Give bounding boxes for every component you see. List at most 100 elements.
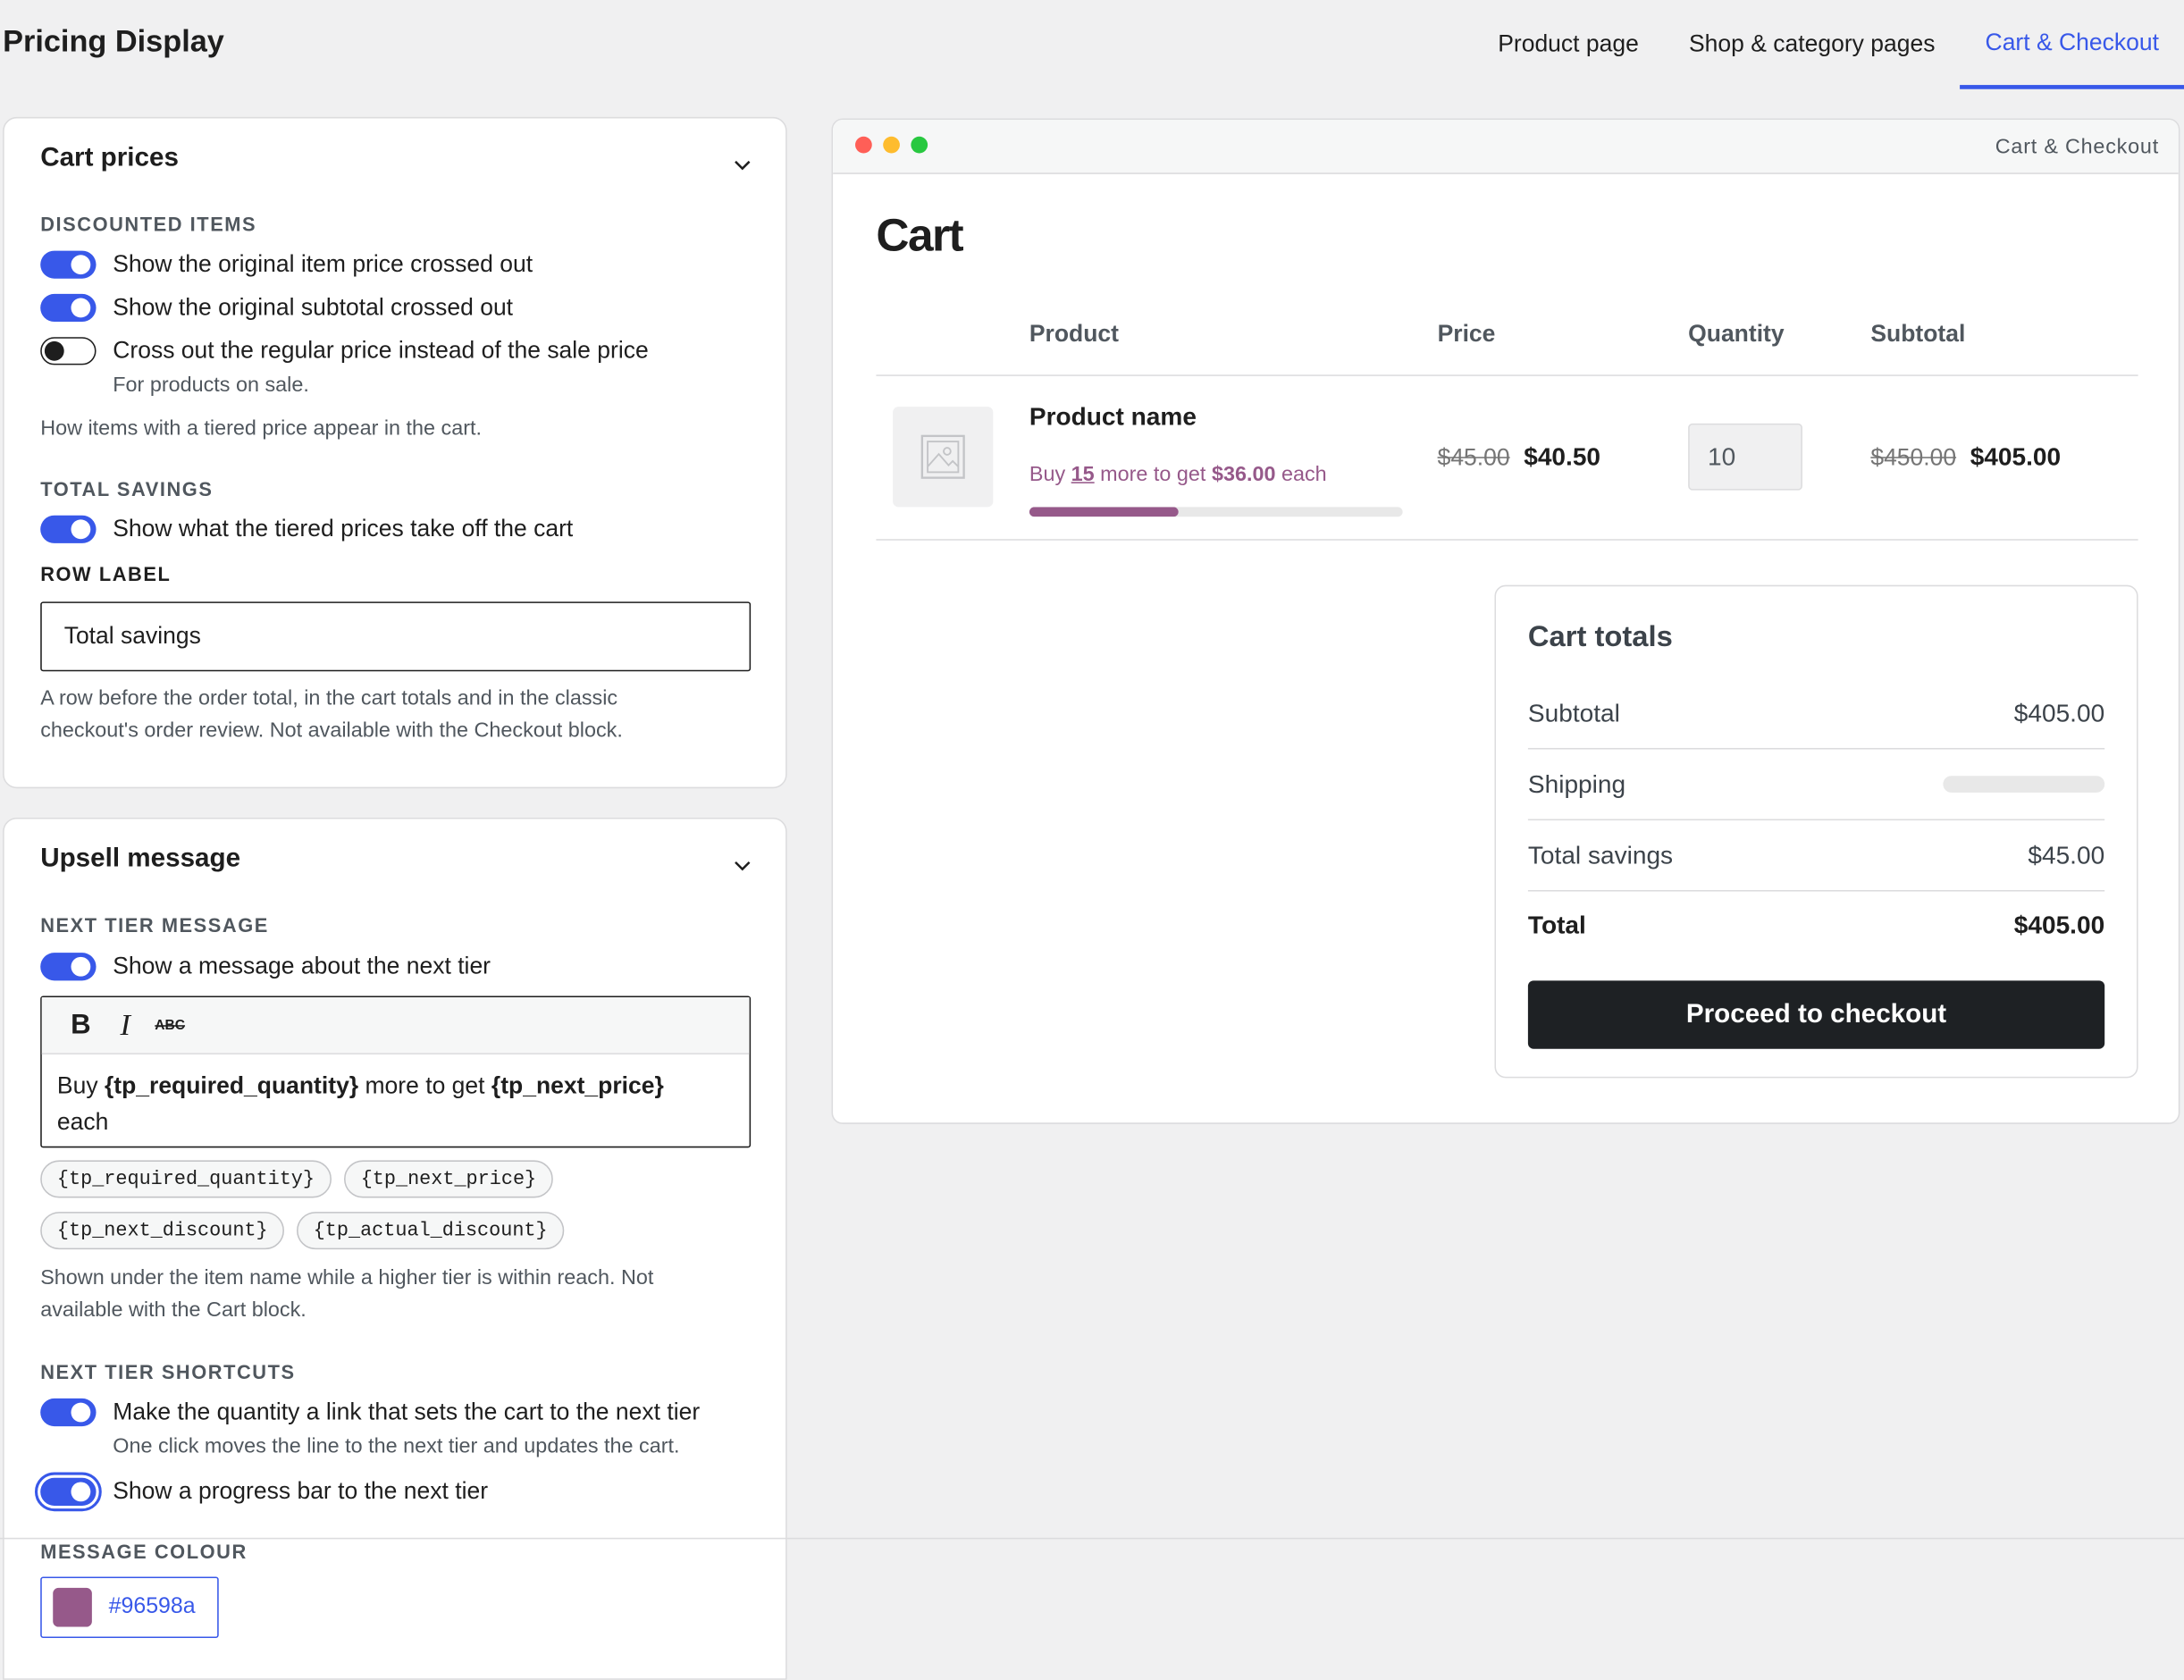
toggle-row-total-savings: Show what the tiered prices take off the… [40,515,574,543]
cart-prices-title: Cart prices [40,143,179,173]
placeholder-chip[interactable]: {tp_next_price} [343,1160,553,1198]
editor-token: {tp_required_quantity} [104,1072,359,1099]
table-header-divider [876,374,2138,376]
chevron-down-icon[interactable] [733,855,752,875]
totals-value: $45.00 [2028,840,2105,869]
totals-value: $405.00 [2013,910,2105,938]
upsell-message-title: Upsell message [40,844,241,874]
message-editor: B I ABC Buy {tp_required_quantity} more … [40,995,752,1148]
totals-row-subtotal: Subtotal $405.00 [1527,678,2105,750]
column-header-price: Price [1437,320,1496,348]
editor-help-line-2: available with the Cart block. [40,1298,307,1323]
cross-out-regular-price-toggle[interactable] [40,337,97,365]
row-label-label: ROW LABEL [40,562,172,585]
toggle-label: Show the original subtotal crossed out [113,293,514,321]
total-savings-toggle[interactable] [40,515,97,543]
product-thumbnail [893,407,994,508]
tab-product-page[interactable]: Product page [1473,0,1664,89]
image-placeholder-icon [920,434,965,479]
discounted-subtotal: $405.00 [1970,442,2062,471]
placeholder-chip[interactable]: {tp_required_quantity} [40,1160,332,1198]
column-header-subtotal: Subtotal [1870,320,1966,348]
original-subtotal: $450.00 [1870,444,1957,471]
upsell-message: Buy 15 more to get $36.00 each [1029,462,1327,485]
close-dot-icon [855,136,872,154]
column-header-product: Product [1029,320,1120,348]
row-label-input[interactable] [40,601,752,672]
column-header-quantity: Quantity [1688,320,1785,348]
editor-text: Buy [56,1072,105,1099]
toggle-label: Make the quantity a link that sets the c… [113,1398,701,1425]
totals-row-total: Total $405.00 [1528,890,2104,960]
toggle-help: One click moves the line to the next tie… [113,1434,680,1458]
colour-swatch [53,1587,92,1627]
item-subtotal: $450.00 $405.00 [1870,443,2061,473]
upsell-message-panel: Upsell message NEXT TIER MESSAGE Show a … [3,817,787,1680]
totals-label: Shipping [1527,769,1626,798]
page-title: Pricing Display [3,23,224,59]
toggle-row-cross-out-regular: Cross out the regular price instead of t… [40,337,649,365]
minimize-dot-icon [883,136,900,154]
editor-content[interactable]: Buy {tp_required_quantity} more to get {… [42,1054,750,1155]
tab-cart-checkout[interactable]: Cart & Checkout [1960,0,2184,89]
next-tier-shortcuts-label: NEXT TIER SHORTCUTS [40,1360,296,1383]
upsell-text: Buy [1029,462,1071,486]
progress-bar-toggle[interactable] [34,1472,102,1512]
tab-bar: Product page Shop & category pages Cart … [1473,0,2184,89]
cart-preview-window: Cart & Checkout Cart Product Price Quant… [831,118,2180,1124]
quantity-input[interactable]: 10 [1688,423,1802,491]
editor-help-line-1: Shown under the item name while a higher… [40,1265,654,1290]
discounted-items-label: DISCOUNTED ITEMS [40,213,257,236]
row-label-help-line-2: checkout's order review. Not available w… [40,718,623,743]
upsell-text: more to get [1094,462,1212,486]
total-savings-label: TOTAL SAVINGS [40,477,214,500]
upsell-text: each [1275,462,1327,486]
toggle-label: Cross out the regular price instead of t… [113,337,649,364]
tab-shop-category-pages[interactable]: Shop & category pages [1664,0,1961,89]
totals-label: Total savings [1527,840,1674,869]
toggle-label: Show a message about the next tier [113,953,491,979]
strikethrough-button[interactable]: ABC [147,1004,192,1046]
totals-value: $405.00 [2013,698,2105,727]
bold-button[interactable]: B [58,1004,103,1046]
cart-prices-panel: Cart prices DISCOUNTED ITEMS Show the or… [3,116,787,789]
table-row-divider [876,539,2138,541]
editor-token: {tp_next_price} [491,1072,664,1099]
original-subtotal-toggle[interactable] [40,293,97,323]
cart-totals-title: Cart totals [1527,621,1673,654]
next-tier-quantity-link[interactable]: 15 [1071,462,1095,485]
totals-row-shipping: Shipping [1527,750,2105,821]
window-chrome: Cart & Checkout [833,120,2179,174]
footer-divider [0,1537,2184,1540]
item-price: $45.00 $40.50 [1438,443,1600,473]
maximize-dot-icon [911,136,928,154]
toggle-row-quantity-link: Make the quantity a link that sets the c… [40,1398,701,1427]
message-colour-picker[interactable]: #96598a [40,1576,219,1639]
editor-text: each [56,1108,109,1136]
cart-heading: Cart [876,208,963,261]
chevron-down-icon[interactable] [733,155,752,174]
row-label-help-line-1: A row before the order total, in the car… [40,686,618,710]
next-tier-message-label: NEXT TIER MESSAGE [40,913,269,937]
placeholder-chip[interactable]: {tp_actual_discount} [297,1212,565,1250]
shipping-placeholder [1943,776,2105,793]
toggle-row-next-tier-message: Show a message about the next tier [40,953,491,981]
quantity-link-toggle[interactable] [40,1398,97,1427]
next-tier-message-toggle[interactable] [40,953,97,981]
totals-row-savings: Total savings $45.00 [1527,820,2105,892]
proceed-to-checkout-button[interactable]: Proceed to checkout [1527,980,2105,1049]
editor-text: more to get [358,1072,491,1099]
placeholder-chip[interactable]: {tp_next_discount} [40,1212,285,1250]
section-help: How items with a tiered price appear in … [40,416,483,441]
progress-fill [1029,507,1179,517]
toggle-label: Show what the tiered prices take off the… [113,515,574,542]
toggle-row-original-subtotal: Show the original subtotal crossed out [40,293,514,323]
cart-totals-box: Cart totals Subtotal $405.00 Shipping To… [1494,584,2138,1079]
message-colour-label: MESSAGE COLOUR [40,1540,248,1563]
italic-button[interactable]: I [103,1004,147,1046]
toggle-help: For products on sale. [113,373,309,398]
toggle-label: Show the original item price crossed out [113,250,533,278]
colour-value: #96598a [108,1594,196,1619]
original-item-price-toggle[interactable] [40,250,97,279]
toggle-row-progress-bar: Show a progress bar to the next tier [34,1472,488,1512]
